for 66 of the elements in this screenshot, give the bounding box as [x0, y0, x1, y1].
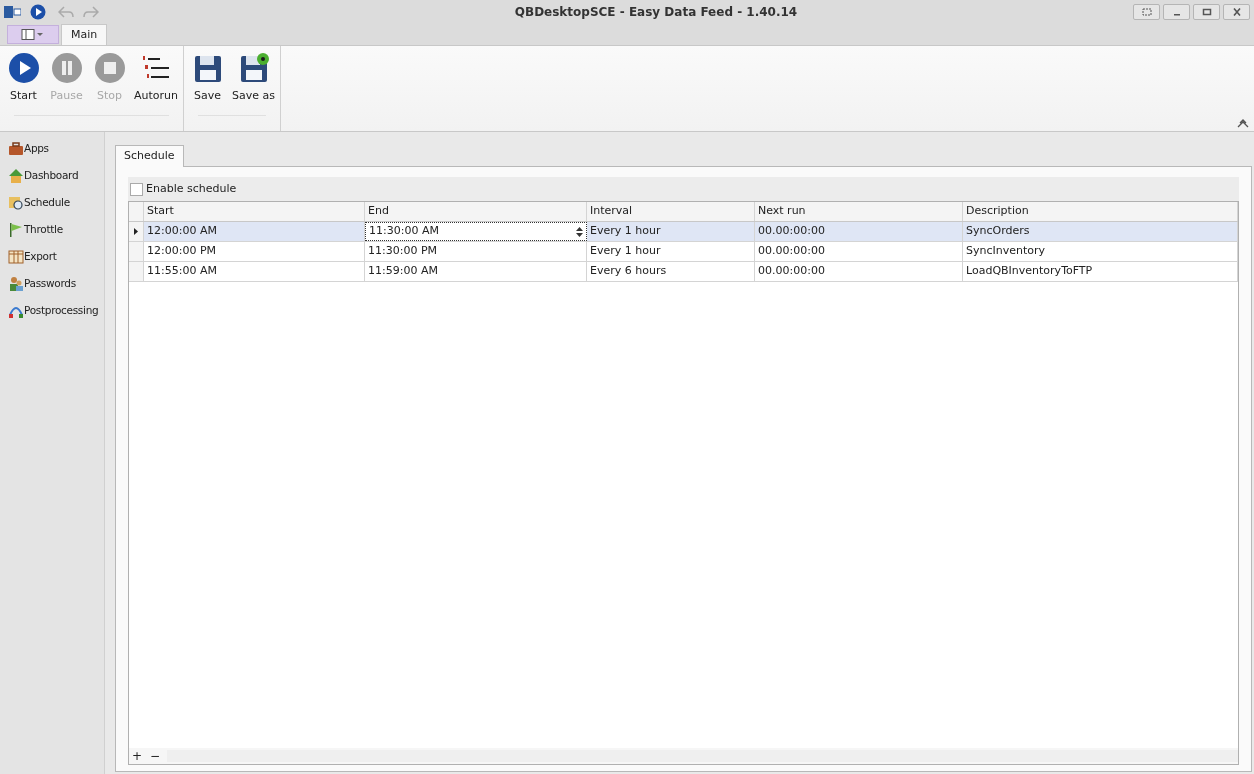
play-icon	[7, 52, 40, 84]
table-icon	[8, 249, 24, 265]
table-cell: LoadQBInventoryToFTP	[963, 262, 1238, 281]
house-icon	[8, 168, 24, 184]
table-cell: 00.00:00:00	[755, 242, 963, 261]
table-cell: Every 1 hour	[587, 222, 755, 241]
app-icon	[4, 6, 21, 18]
pause-icon	[50, 52, 83, 84]
ribbon-button[interactable]: Save as	[231, 52, 276, 105]
sidebar-item[interactable]: Apps	[8, 140, 104, 158]
folder-magnifier-icon	[8, 195, 24, 211]
collapse-ribbon-icon[interactable]	[1237, 118, 1249, 128]
table-cell: SyncOrders	[963, 222, 1238, 241]
column-header[interactable]: Description	[963, 202, 1238, 221]
briefcase-icon	[8, 141, 24, 157]
table-cell: 11:59:00 AM	[365, 262, 587, 281]
sidebar-item[interactable]: Passwords	[8, 275, 104, 293]
sidebar-item[interactable]: Throttle	[8, 221, 104, 239]
time-editor-field[interactable]: 11:30:00 AM	[365, 222, 587, 241]
application-menu-button[interactable]	[7, 25, 59, 44]
table-cell: 00.00:00:00	[755, 222, 963, 241]
flag-icon	[8, 222, 24, 238]
sidebar-item[interactable]: Dashboard	[8, 167, 104, 185]
table-cell: Every 6 hours	[587, 262, 755, 281]
column-header[interactable]: Start	[144, 202, 365, 221]
table-row[interactable]: 12:00:00 PM 11:30:00 PM Every 1 hour 00.00:00:00 SyncInventory	[129, 242, 1238, 262]
panel-dropdown-icon	[21, 29, 45, 40]
remove-row-button[interactable]: −	[149, 750, 162, 762]
table-cell: 00.00:00:00	[755, 262, 963, 281]
redo-icon[interactable]	[83, 5, 99, 19]
maximize-button[interactable]	[1193, 4, 1220, 20]
play-icon[interactable]	[30, 4, 46, 20]
close-button[interactable]	[1223, 4, 1250, 20]
spinner-icon[interactable]	[576, 225, 583, 238]
table-row[interactable]: 12:00:00 AM 11:30:00 AM Every 1 hour 00.00:00:00 SyncOrders	[129, 222, 1238, 242]
table-row[interactable]: 11:55:00 AM 11:59:00 AM Every 6 hours 00.00:00:00 LoadQBInventoryToFTP	[129, 262, 1238, 282]
table-cell: SyncInventory	[963, 242, 1238, 261]
ribbon-tab[interactable]: Main	[61, 24, 108, 45]
window-title: QBDesktopSCE - Easy Data Feed - 1.40.14	[514, 4, 798, 21]
content-tab[interactable]: Schedule	[115, 145, 184, 167]
sidebar-item[interactable]: Export	[8, 248, 104, 266]
row-header[interactable]	[129, 222, 144, 241]
column-header[interactable]: Interval	[587, 202, 755, 221]
row-indicator-icon	[134, 228, 138, 235]
ribbon-button[interactable]: Save	[188, 52, 227, 105]
table-cell: 11:55:00 AM	[144, 262, 365, 281]
table-cell: 11:30:00 PM	[365, 242, 587, 261]
column-header[interactable]: End	[365, 202, 587, 221]
sidebar-item[interactable]: Postprocessing	[8, 302, 104, 320]
table-cell: Every 1 hour	[587, 242, 755, 261]
undo-icon[interactable]	[58, 5, 74, 19]
checkbox-label: Enable schedule	[146, 180, 237, 197]
column-header[interactable]: Next run	[755, 202, 963, 221]
close-icon	[1231, 8, 1242, 16]
add-row-button[interactable]: +	[131, 750, 144, 762]
ribbon-button[interactable]: Start	[4, 52, 43, 105]
people-icon	[8, 276, 24, 292]
maximize-icon	[1201, 8, 1212, 16]
sidebar-item[interactable]: Schedule	[8, 194, 104, 212]
ribbon-button[interactable]: Autorun	[133, 52, 179, 105]
fullscreen-button[interactable]	[1133, 4, 1160, 20]
table-cell: 12:00:00 PM	[144, 242, 365, 261]
stop-icon	[93, 52, 126, 84]
fullscreen-icon	[1141, 8, 1152, 16]
horizontal-scrollbar[interactable]	[167, 750, 1238, 762]
enable-schedule-checkbox[interactable]	[130, 182, 143, 196]
